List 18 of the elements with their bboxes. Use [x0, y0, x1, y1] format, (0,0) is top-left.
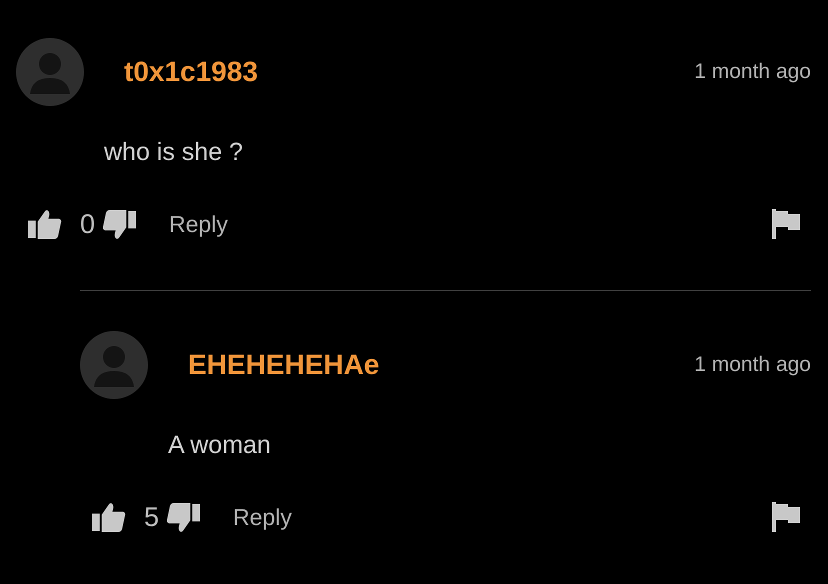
vote-count: 0: [80, 208, 96, 240]
thumbs-up-icon[interactable]: [28, 208, 62, 240]
comment-text: who is she ?: [104, 137, 244, 168]
flag-icon[interactable]: [772, 502, 800, 532]
username[interactable]: t0x1c1983: [124, 56, 258, 88]
timestamp: 1 month ago: [694, 60, 811, 84]
thumbs-down-icon[interactable]: [103, 208, 138, 240]
thumbs-down-icon[interactable]: [167, 502, 202, 532]
reply-link[interactable]: Reply: [169, 210, 228, 238]
username[interactable]: EHEHEHEHAe: [188, 349, 380, 381]
flag-icon[interactable]: [772, 209, 800, 239]
avatar-icon: [16, 38, 84, 106]
vote-count: 5: [144, 502, 160, 532]
avatar-icon: [80, 331, 148, 399]
timestamp: 1 month ago: [694, 353, 811, 377]
reply-link[interactable]: Reply: [233, 504, 292, 530]
comment-text: A woman: [168, 430, 272, 461]
thumbs-up-icon[interactable]: [92, 502, 126, 532]
